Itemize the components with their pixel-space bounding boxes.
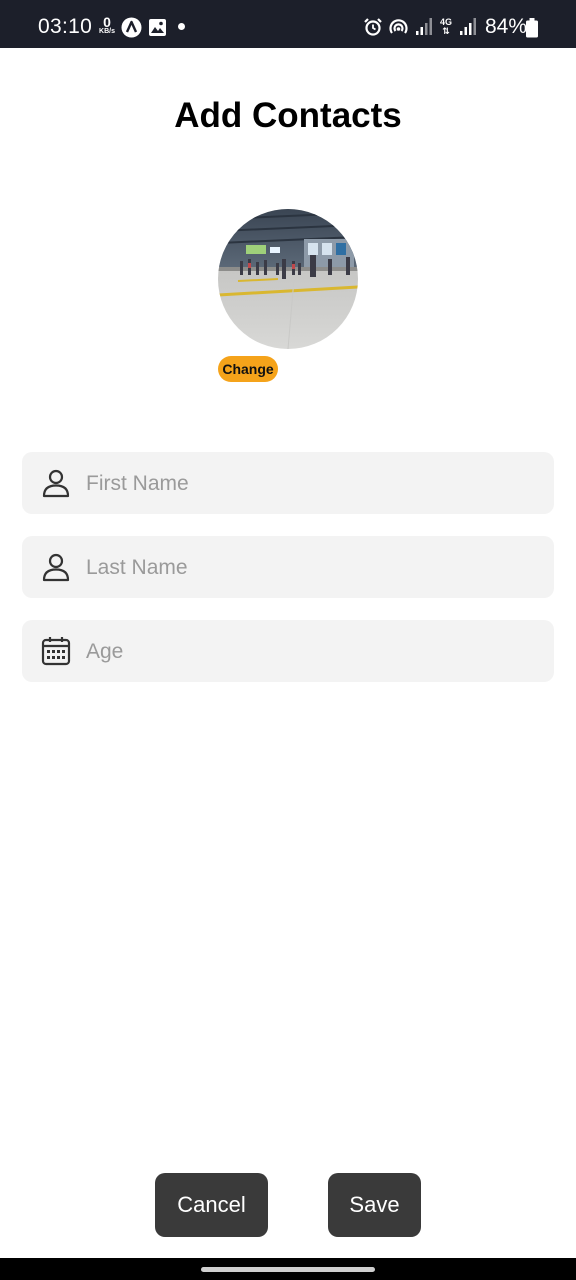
change-photo-button[interactable]: Change	[218, 356, 278, 382]
page-title: Add Contacts	[174, 96, 402, 135]
first-name-input[interactable]	[84, 452, 538, 516]
age-field[interactable]	[22, 620, 554, 684]
calendar-icon	[41, 637, 71, 666]
last-name-input[interactable]	[84, 536, 538, 600]
network-type: 4G ⇅	[439, 17, 452, 36]
battery-percentage: 84%	[485, 15, 528, 38]
person-icon	[42, 553, 70, 582]
image-icon	[149, 19, 166, 36]
last-name-field[interactable]	[22, 536, 554, 600]
data-speed-indicator: 0 KB/s	[96, 15, 118, 36]
first-name-field[interactable]	[22, 452, 554, 516]
notification-dot	[178, 23, 185, 30]
status-time: 03:10	[38, 15, 93, 38]
age-input[interactable]	[84, 620, 538, 684]
navigation-bar	[0, 1258, 576, 1280]
cancel-button[interactable]: Cancel	[155, 1173, 268, 1237]
contact-avatar	[218, 209, 358, 349]
data-speed-unit: KB/s	[99, 28, 115, 35]
signal-icon-2	[460, 18, 476, 35]
person-icon	[42, 469, 70, 498]
battery-icon	[526, 18, 538, 38]
hotspot-icon	[389, 19, 408, 34]
alarm-icon	[364, 18, 382, 36]
save-button[interactable]: Save	[328, 1173, 421, 1237]
home-indicator[interactable]	[201, 1267, 375, 1272]
app-a-icon	[121, 17, 142, 38]
avatar-photo	[218, 209, 358, 349]
status-bar: 03:10 0 KB/s 4G ⇅ 84%	[0, 0, 576, 48]
signal-icon	[416, 18, 432, 35]
